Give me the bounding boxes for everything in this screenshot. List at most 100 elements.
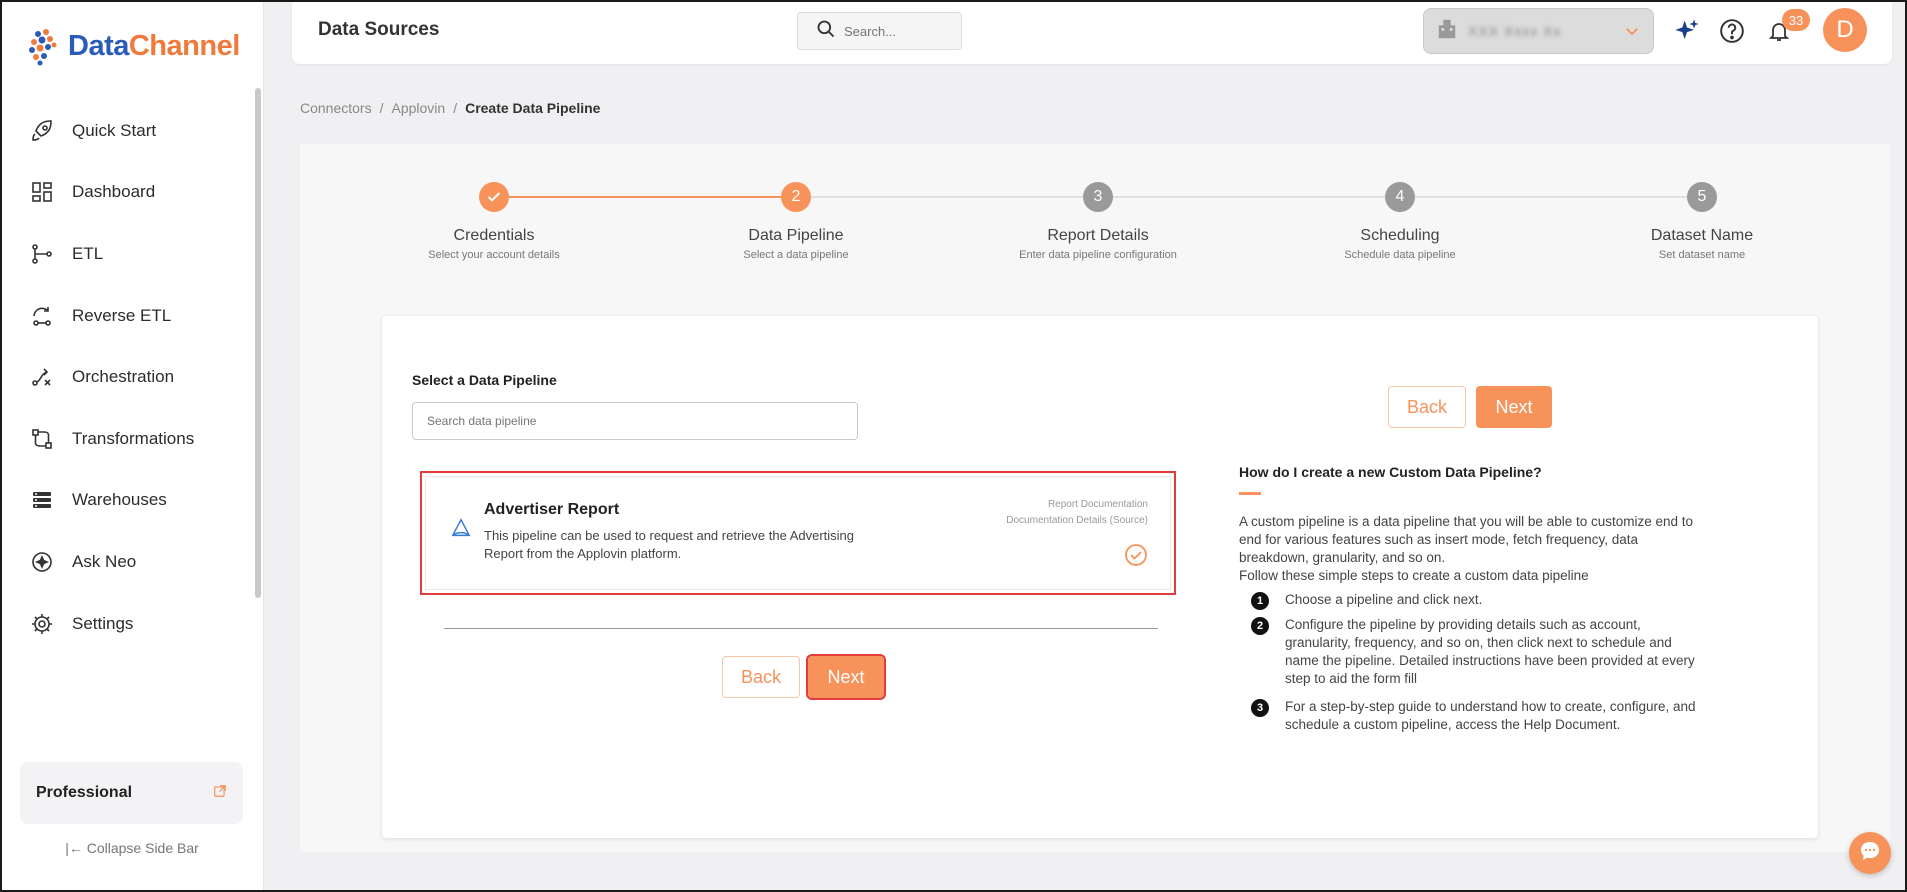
plan-label: Professional	[36, 784, 133, 801]
sidebar-item-ask-neo[interactable]: Ask Neo	[0, 531, 255, 593]
stepper: Credentials Select your account details …	[300, 144, 1890, 284]
step-title: Credentials	[453, 227, 535, 244]
search-icon	[816, 19, 836, 44]
gear-icon	[28, 610, 56, 638]
logo-mark-icon	[28, 26, 64, 66]
help-accent-bar	[1239, 492, 1261, 495]
report-documentation-link[interactable]: Report Documentation	[1048, 499, 1148, 510]
transformations-icon	[28, 425, 56, 453]
step-number-badge: 1	[1251, 592, 1269, 610]
help-icon[interactable]	[1717, 16, 1747, 46]
help-step: 3 For a step-by-step guide to understand…	[1239, 698, 1709, 734]
step-data-pipeline[interactable]: 2 Data Pipeline Select a data pipeline	[676, 182, 916, 261]
step-title: Report Details	[1047, 227, 1149, 244]
sidebar: DataChannel Quick Start Dashboard ETL Re…	[0, 0, 264, 892]
pipeline-title: Advertiser Report	[484, 501, 620, 518]
step-report-details[interactable]: 3 Report Details Enter data pipeline con…	[978, 182, 1218, 261]
documentation-details-link[interactable]: Documentation Details (Source)	[1006, 515, 1148, 526]
help-intro-text: A custom pipeline is a data pipeline tha…	[1239, 514, 1694, 565]
help-step: 1 Choose a pipeline and click next.	[1239, 591, 1709, 610]
chevron-down-icon	[1623, 22, 1641, 45]
step-title: Data Pipeline	[748, 227, 844, 244]
step-number: 3	[1083, 182, 1113, 212]
page-title: Data Sources	[318, 19, 440, 40]
pipeline-form-card: Select a Data Pipeline Back Next Adverti…	[382, 316, 1818, 838]
step-scheduling[interactable]: 4 Scheduling Schedule data pipeline	[1280, 182, 1520, 261]
breadcrumb-separator: /	[453, 100, 458, 116]
help-title: How do I create a new Custom Data Pipeli…	[1239, 464, 1542, 480]
next-button-top[interactable]: Next	[1476, 386, 1552, 428]
step-subtitle: Select your account details	[428, 249, 560, 261]
sidebar-item-label: Warehouses	[72, 490, 167, 510]
divider	[444, 628, 1158, 629]
step-subtitle: Select a data pipeline	[743, 249, 849, 261]
check-icon	[479, 182, 509, 212]
applovin-icon	[450, 517, 472, 544]
search-input[interactable]	[844, 23, 954, 39]
help-steps: 1 Choose a pipeline and click next. 2 Co…	[1239, 591, 1709, 734]
help-panel: How do I create a new Custom Data Pipeli…	[1239, 464, 1709, 734]
sidebar-item-reverse-etl[interactable]: Reverse ETL	[0, 285, 255, 347]
breadcrumb-applovin[interactable]: Applovin	[391, 100, 445, 116]
sidebar-scrollbar[interactable]	[255, 88, 261, 598]
sidebar-item-settings[interactable]: Settings	[0, 593, 255, 655]
pipeline-description: This pipeline can be used to request and…	[484, 528, 855, 561]
step-subtitle: Schedule data pipeline	[1344, 249, 1456, 261]
back-button-top[interactable]: Back	[1388, 386, 1466, 428]
sidebar-item-warehouses[interactable]: Warehouses	[0, 470, 255, 532]
brand-name-part1: Data	[68, 29, 129, 62]
etl-icon	[28, 240, 56, 268]
breadcrumb-current: Create Data Pipeline	[465, 100, 601, 116]
breadcrumb: Connectors / Applovin / Create Data Pipe…	[300, 100, 600, 116]
next-button[interactable]: Next	[806, 654, 886, 700]
sidebar-item-quick-start[interactable]: Quick Start	[0, 100, 255, 162]
pipeline-option-advertiser-report[interactable]: Advertiser Report This pipeline can be u…	[420, 471, 1176, 595]
help-step: 2 Configure the pipeline by providing de…	[1239, 616, 1709, 688]
sidebar-nav: Quick Start Dashboard ETL Reverse ETL Or…	[0, 100, 255, 654]
top-header: Data Sources XXX Xxxx Xx 33 D	[292, 0, 1892, 64]
step-subtitle: Enter data pipeline configuration	[1019, 249, 1177, 261]
external-link-icon[interactable]	[213, 784, 227, 803]
datachannel-logo[interactable]: DataChannel	[28, 26, 240, 66]
dashboard-icon	[28, 178, 56, 206]
collapse-icon: |←	[65, 840, 83, 856]
selected-check-icon	[1124, 543, 1148, 572]
sidebar-item-orchestration[interactable]: Orchestration	[0, 346, 255, 408]
sparkle-ai-icon[interactable]	[1672, 16, 1702, 46]
sidebar-item-label: Quick Start	[72, 120, 157, 140]
sidebar-item-label: Dashboard	[72, 182, 156, 202]
reverse-etl-icon	[28, 302, 56, 330]
step-dataset-name[interactable]: 5 Dataset Name Set dataset name	[1582, 182, 1822, 261]
global-search[interactable]	[797, 12, 962, 50]
step-number-badge: 3	[1251, 699, 1269, 717]
rocket-icon	[28, 117, 56, 145]
select-pipeline-label: Select a Data Pipeline	[412, 372, 557, 388]
sidebar-item-label: Ask Neo	[72, 551, 137, 571]
account-selector[interactable]: XXX Xxxx Xx	[1423, 8, 1654, 54]
step-subtitle: Set dataset name	[1658, 249, 1746, 261]
collapse-sidebar-button[interactable]: |← Collapse Side Bar	[0, 840, 264, 856]
step-number-badge: 2	[1251, 617, 1269, 635]
step-number: 2	[781, 182, 811, 212]
plan-card[interactable]: Professional	[20, 762, 243, 824]
account-name: XXX Xxxx Xx	[1468, 23, 1562, 39]
help-step-text: Configure the pipeline by providing deta…	[1285, 617, 1695, 686]
help-intro: A custom pipeline is a data pipeline tha…	[1239, 513, 1709, 585]
sidebar-item-label: Transformations	[72, 428, 195, 448]
sidebar-item-transformations[interactable]: Transformations	[0, 408, 255, 470]
step-title: Scheduling	[1360, 227, 1440, 244]
sidebar-item-label: Orchestration	[72, 367, 175, 387]
chat-support-button[interactable]	[1849, 832, 1891, 874]
breadcrumb-connectors[interactable]: Connectors	[300, 100, 372, 116]
sidebar-item-etl[interactable]: ETL	[0, 223, 255, 285]
avatar[interactable]: D	[1823, 8, 1867, 52]
warehouses-icon	[28, 486, 56, 514]
back-button[interactable]: Back	[722, 656, 800, 698]
pipeline-search-input[interactable]	[412, 402, 858, 440]
help-step-text: For a step-by-step guide to understand h…	[1285, 699, 1696, 732]
step-number: 5	[1687, 182, 1717, 212]
sidebar-item-dashboard[interactable]: Dashboard	[0, 162, 255, 224]
step-number: 4	[1385, 182, 1415, 212]
ask-neo-icon	[28, 548, 56, 576]
step-credentials[interactable]: Credentials Select your account details	[374, 182, 614, 261]
